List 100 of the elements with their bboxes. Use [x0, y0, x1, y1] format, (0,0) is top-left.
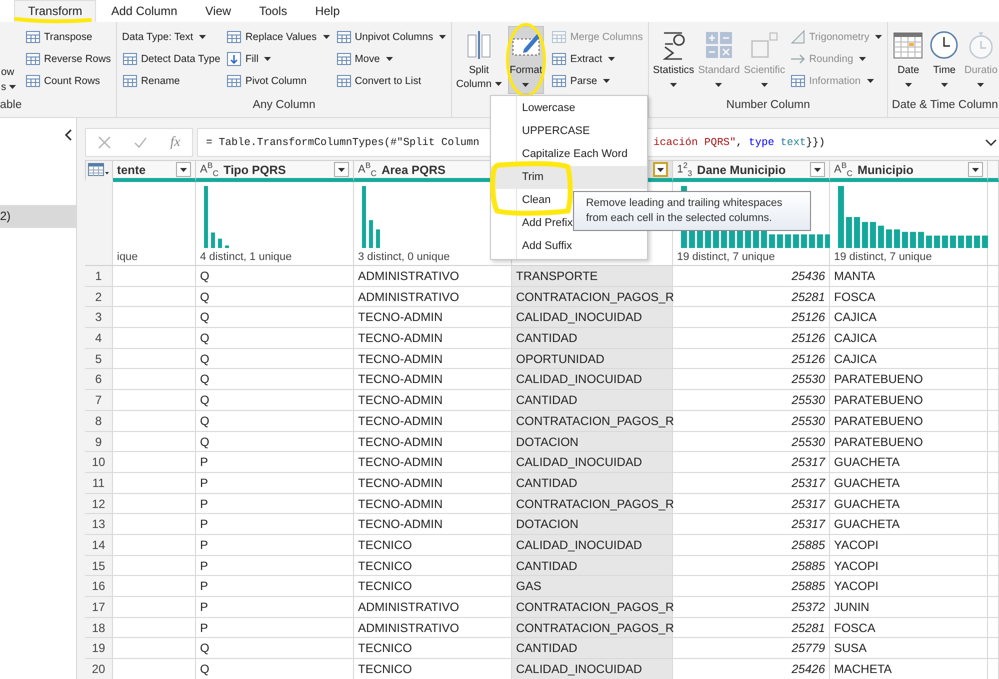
row-number: 20	[85, 659, 113, 679]
table-cell: CONTRATACION_PAGOS_R	[512, 286, 673, 308]
table-cell: P	[196, 534, 354, 556]
table-cell: 25126	[673, 328, 830, 349]
table-cell: Q	[196, 638, 354, 660]
table-cell: CAJICA	[830, 307, 988, 328]
table-cell: SUSA	[830, 638, 988, 660]
table-cell: CALIDAD_INOCUIDAD	[512, 534, 673, 556]
table-cell: CAJICA	[830, 328, 988, 349]
table-cell: OPORTUNIDAD	[512, 348, 673, 370]
profile-summary: 4 distinct, 1 unique	[200, 251, 293, 263]
row-number: 11	[85, 472, 113, 494]
column-name: Area PQRS	[381, 162, 446, 176]
table-cell: Q	[196, 432, 354, 452]
table-cell: PARATEBUENO	[830, 410, 988, 432]
table-cell: YACOPI	[830, 534, 988, 556]
table-cell: P	[196, 494, 354, 514]
table-cell: CONTRATACION_PAGOS_R	[512, 597, 673, 618]
table-cell: CAJICA	[830, 348, 988, 370]
table-cell: 25126	[673, 348, 830, 370]
column-name: Municipio	[857, 162, 914, 176]
profile-summary: 3 distinct, 0 unique	[358, 251, 451, 263]
table-cell: 25530	[673, 369, 830, 390]
table-cell: Q	[196, 659, 354, 679]
table-cell: 25317	[673, 514, 830, 535]
table-cell: Q	[196, 307, 354, 328]
table-cell: FOSCA	[830, 286, 988, 308]
table-cell: CALIDAD_INOCUIDAD	[512, 659, 673, 679]
table-cell: GUACHETA	[830, 494, 988, 514]
row-number: 3	[85, 307, 113, 328]
profile-summary: 19 distinct, 7 unique	[677, 251, 776, 263]
group-label: Date & Time Column	[892, 99, 998, 111]
table-cell: Q	[196, 390, 354, 411]
table-cell: CALIDAD_INOCUIDAD	[512, 452, 673, 473]
table-cell: CANTIDAD	[512, 556, 673, 576]
table-cell: GUACHETA	[830, 514, 988, 535]
table-cell: 25317	[673, 472, 830, 494]
table-cell: 25436	[673, 266, 830, 287]
table-cell: 25126	[673, 307, 830, 328]
table-cell: 25281	[673, 286, 830, 308]
table-cell: Q	[196, 286, 354, 308]
column-name: Dane Municipio	[697, 162, 787, 176]
table-cell: PARATEBUENO	[830, 432, 988, 452]
table-cell: CONTRATACION_PAGOS_R	[512, 618, 673, 638]
row-number: 9	[85, 432, 113, 452]
table-cell: MANTA	[830, 266, 988, 287]
row-number: 19	[85, 638, 113, 660]
table-cell: 25317	[673, 452, 830, 473]
table-cell: TRANSPORTE	[512, 266, 673, 287]
table-cell: GUACHETA	[830, 472, 988, 494]
table-cell: CANTIDAD	[512, 328, 673, 349]
row-number: 13	[85, 514, 113, 535]
table-cell: YACOPI	[830, 556, 988, 576]
table-cell: 25885	[673, 534, 830, 556]
table-cell: CANTIDAD	[512, 472, 673, 494]
table-cell: P	[196, 597, 354, 618]
group-label: Number Column	[726, 99, 810, 111]
table-cell: JUNIN	[830, 597, 988, 618]
row-number: 10	[85, 452, 113, 473]
group-label: able	[0, 99, 22, 111]
tooltip: Remove leading and trailing whitespaces from each cell in the selected columns.	[573, 191, 811, 231]
table-cell: MACHETA	[830, 659, 988, 679]
row-number: 6	[85, 369, 113, 390]
table-cell: DOTACION	[512, 514, 673, 535]
table-cell: CALIDAD_INOCUIDAD	[512, 369, 673, 390]
row-number: 4	[85, 328, 113, 349]
profile-summary: 19 distinct, 7 unique	[834, 251, 933, 263]
table-cell: Q	[196, 410, 354, 432]
table-cell: CONTRATACION_PAGOS_R	[512, 494, 673, 514]
table-cell: P	[196, 576, 354, 597]
table-cell: GUACHETA	[830, 452, 988, 473]
table-cell: Q	[196, 328, 354, 349]
table-cell: YACOPI	[830, 576, 988, 597]
row-number: 16	[85, 576, 113, 597]
row-number: 8	[85, 410, 113, 432]
table-cell: P	[196, 452, 354, 473]
table-cell: 25281	[673, 618, 830, 638]
table-cell: PARATEBUENO	[830, 390, 988, 411]
table-cell: GAS	[512, 576, 673, 597]
row-number: 15	[85, 556, 113, 576]
table-cell: 25317	[673, 494, 830, 514]
table-cell: 25530	[673, 390, 830, 411]
profile-summary: ique	[117, 251, 139, 263]
table-cell: 25779	[673, 638, 830, 660]
table-cell: 25530	[673, 432, 830, 452]
row-number: 17	[85, 597, 113, 618]
table-cell: P	[196, 472, 354, 494]
table-cell: CONTRATACION_PAGOS_R	[512, 410, 673, 432]
table-cell: PARATEBUENO	[830, 369, 988, 390]
row-number: 12	[85, 494, 113, 514]
table-cell: Q	[196, 369, 354, 390]
column-name: tente	[117, 162, 147, 176]
group-label: Any Column	[252, 99, 316, 111]
column-name: Tipo PQRS	[223, 162, 287, 176]
row-number: 1	[85, 266, 113, 287]
table-cell: CANTIDAD	[512, 390, 673, 411]
table-cell: 25885	[673, 576, 830, 597]
table-cell: P	[196, 556, 354, 576]
row-number: 7	[85, 390, 113, 411]
table-cell: P	[196, 618, 354, 638]
